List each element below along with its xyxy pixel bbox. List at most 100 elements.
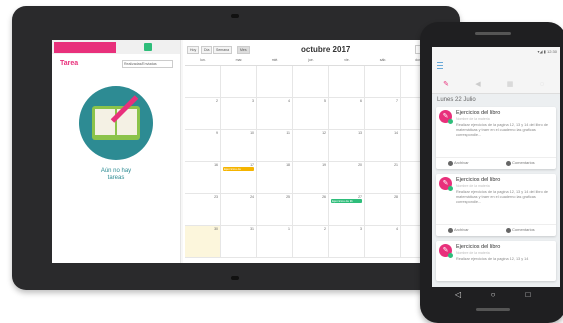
day-cell[interactable] <box>185 66 221 98</box>
recents-button[interactable]: □ <box>522 289 534 301</box>
day-cell[interactable]: 17 Ejercicios de <box>221 162 257 194</box>
day-cell[interactable]: 28 <box>365 194 401 226</box>
home-button[interactable]: ○ <box>487 289 499 301</box>
tablet-device: Tarea Realizadas/Enviadas Aún no hay tar… <box>12 6 460 290</box>
book-page-left <box>95 109 115 135</box>
day-cell[interactable]: 11 <box>257 130 293 162</box>
day-cell[interactable]: 7 <box>365 98 401 130</box>
day-number: 9 <box>216 131 218 135</box>
tasks-panel: Tarea Realizadas/Enviadas Aún no hay tar… <box>52 40 181 263</box>
tab-tasks[interactable] <box>54 42 116 53</box>
day-cell[interactable]: 3 <box>221 98 257 130</box>
task-card[interactable]: ✎ Ejercicios del libro Nombre de la mate… <box>436 241 556 281</box>
day-number: 5 <box>324 99 326 103</box>
day-number: 28 <box>394 195 398 199</box>
day-cell[interactable] <box>257 66 293 98</box>
day-cell[interactable]: 9 <box>185 130 221 162</box>
day-number: 20 <box>358 163 362 167</box>
task-subject: Nombre de la materia <box>456 251 490 255</box>
comments-button[interactable]: Comentarios <box>512 158 535 168</box>
day-number: 14 <box>394 131 398 135</box>
day-cell[interactable]: 6 <box>329 98 365 130</box>
day-cell[interactable] <box>221 66 257 98</box>
month-grid: lun.mar.mié.jue.vie.sáb.dom. 12345678910… <box>185 56 437 263</box>
day-cell[interactable]: 2 <box>293 226 329 258</box>
calendar-event[interactable]: Ejercicios de <box>223 167 254 171</box>
day-header: jue. <box>293 56 329 66</box>
menu-icon[interactable] <box>437 62 443 69</box>
card-actions: Archivar Comentarios <box>436 157 556 168</box>
day-cell[interactable]: 13 <box>329 130 365 162</box>
weeks: 1234567891011121314151617Ejercicios de18… <box>185 66 437 258</box>
day-cell[interactable]: 30 <box>185 226 221 258</box>
task-card[interactable]: ✎ Ejercicios del libro Nombre de la mate… <box>436 174 556 236</box>
megaphone-icon[interactable]: ◀ <box>472 80 484 89</box>
task-body: Realizar ejercicios de la pagina 12, 13 … <box>456 123 549 137</box>
view-day-button[interactable]: Día <box>201 46 213 54</box>
day-cell[interactable]: 16 <box>185 162 221 194</box>
day-cell[interactable]: 24 <box>221 194 257 226</box>
view-month-button[interactable]: Mes <box>237 46 250 54</box>
task-title: Ejercicios del libro <box>456 177 501 183</box>
task-card[interactable]: ✎ Ejercicios del libro Nombre de la mate… <box>436 107 556 169</box>
day-cell[interactable]: 10 <box>221 130 257 162</box>
day-number: 13 <box>358 131 362 135</box>
phone-screen: ▾◢ ▮ 12:30 ✎ ◀ ▦ ◌ Lunes 22 Julio ✎ Ejer… <box>432 47 560 287</box>
task-subject: Nombre de la materia <box>456 117 490 121</box>
filter-select[interactable]: Realizadas/Enviadas <box>122 60 173 68</box>
tab-calendar[interactable] <box>144 43 152 51</box>
tablet-home-indicator <box>231 276 239 280</box>
day-number: 16 <box>214 163 218 167</box>
chat-icon[interactable]: ◌ <box>536 80 548 89</box>
back-button[interactable]: ◁ <box>452 289 464 301</box>
archive-icon <box>448 160 453 166</box>
android-nav-bar: ◁ ○ □ <box>432 287 554 303</box>
view-week-button[interactable]: Semana <box>213 46 233 54</box>
empty-line-1: Aún no hay <box>100 168 132 174</box>
day-header: sáb. <box>365 56 401 66</box>
day-cell[interactable] <box>293 66 329 98</box>
day-cell[interactable]: 31 <box>221 226 257 258</box>
tablet-camera <box>231 14 239 18</box>
empty-line-2: tareas <box>107 175 125 181</box>
calendar-icon[interactable]: ▦ <box>504 80 516 89</box>
day-cell[interactable]: 4 <box>365 226 401 258</box>
card-actions: Archivar Comentarios <box>436 224 556 235</box>
view-today-button[interactable]: Hoy <box>187 46 200 54</box>
day-number: 30 <box>214 227 218 231</box>
archive-button[interactable]: Archivar <box>454 158 469 168</box>
day-cell[interactable]: 2 <box>185 98 221 130</box>
panel-title: Tarea <box>60 60 79 67</box>
week-row: 303112345 <box>185 226 437 258</box>
pencil-icon[interactable]: ✎ <box>440 80 452 89</box>
day-cell[interactable] <box>329 66 365 98</box>
day-cell[interactable]: 27 Ejercicios de lib <box>329 194 365 226</box>
day-cell[interactable]: 18 <box>257 162 293 194</box>
calendar-event[interactable]: Ejercicios de lib <box>331 199 362 203</box>
day-cell[interactable]: 26 <box>293 194 329 226</box>
day-cell[interactable]: 19 <box>293 162 329 194</box>
check-icon <box>448 186 453 191</box>
day-cell[interactable]: 4 <box>257 98 293 130</box>
day-cell[interactable]: 21 <box>365 162 401 194</box>
day-number: 25 <box>286 195 290 199</box>
day-header: mié. <box>257 56 293 66</box>
day-cell[interactable]: 20 <box>329 162 365 194</box>
day-cell[interactable]: 3 <box>329 226 365 258</box>
day-number: 2 <box>324 227 326 231</box>
comment-icon <box>506 160 511 166</box>
day-cell[interactable]: 5 <box>293 98 329 130</box>
app-bar <box>432 56 560 75</box>
day-number: 26 <box>322 195 326 199</box>
day-cell[interactable]: 12 <box>293 130 329 162</box>
month-title: octubre 2017 <box>301 45 351 54</box>
day-cell[interactable] <box>365 66 401 98</box>
day-number: 23 <box>214 195 218 199</box>
day-cell[interactable]: 1 <box>257 226 293 258</box>
archive-button[interactable]: Archivar <box>454 225 469 235</box>
day-cell[interactable]: 25 <box>257 194 293 226</box>
day-cell[interactable]: 14 <box>365 130 401 162</box>
comment-icon <box>506 227 511 233</box>
day-cell[interactable]: 23 <box>185 194 221 226</box>
comments-button[interactable]: Comentarios <box>512 225 535 235</box>
